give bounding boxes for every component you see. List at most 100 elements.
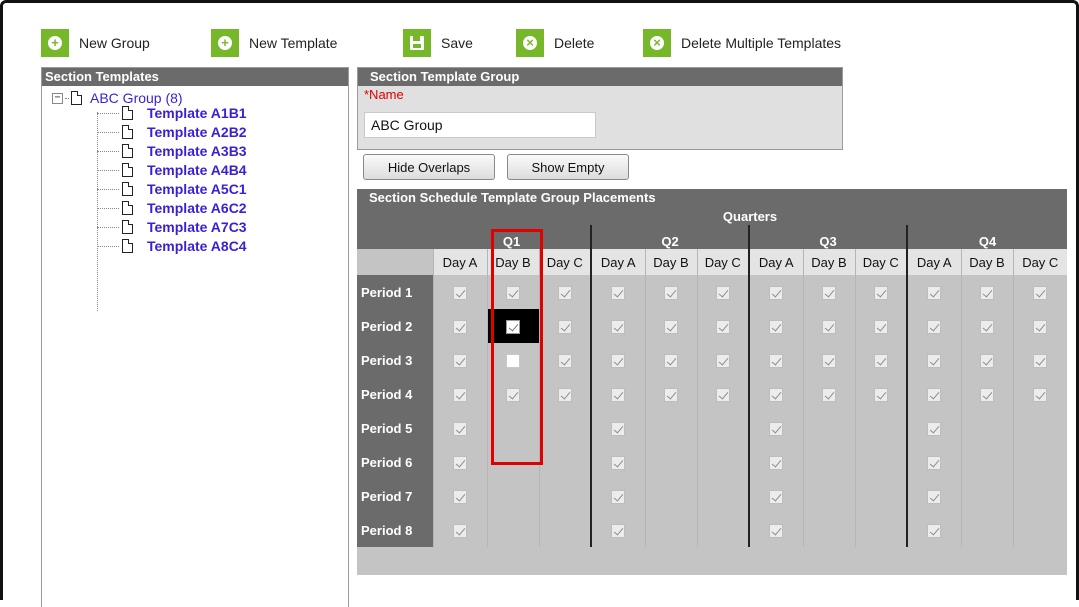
placement-checkbox[interactable]: [980, 285, 994, 300]
delete-button[interactable]: × Delete: [516, 29, 594, 57]
new-template-button[interactable]: + New Template: [211, 29, 337, 57]
tree-item-label[interactable]: Template A7C3: [147, 219, 247, 235]
new-group-button[interactable]: + New Group: [41, 29, 150, 57]
placement-checkbox[interactable]: [927, 353, 942, 368]
placement-checkbox[interactable]: [822, 319, 836, 334]
placement-checkbox[interactable]: [506, 353, 520, 368]
placement-checkbox[interactable]: [664, 387, 678, 402]
placement-checkbox[interactable]: [453, 523, 467, 538]
placement-checkbox[interactable]: [611, 319, 626, 334]
placement-checkbox[interactable]: [769, 387, 784, 402]
placement-checkbox[interactable]: [453, 353, 467, 368]
show-empty-button[interactable]: Show Empty: [507, 154, 629, 180]
placement-checkbox[interactable]: [611, 489, 626, 504]
placement-checkbox[interactable]: [506, 387, 520, 402]
tree-item[interactable]: Template A6C2: [97, 199, 247, 217]
placement-checkbox[interactable]: [453, 455, 467, 470]
placement-checkbox[interactable]: [453, 421, 467, 436]
section-templates-panel: Section Templates − ABC Group (8) Templa…: [41, 67, 349, 607]
tree-item[interactable]: Template A2B2: [97, 123, 247, 141]
placement-checkbox[interactable]: [769, 455, 784, 470]
placement-checkbox[interactable]: [1033, 319, 1048, 334]
placement-checkbox[interactable]: [611, 523, 626, 538]
placement-checkbox[interactable]: [769, 285, 784, 300]
placement-checkbox[interactable]: [715, 319, 730, 334]
placement-checkbox[interactable]: [822, 387, 836, 402]
quarters-header: Quarters: [433, 207, 1068, 225]
placement-checkbox[interactable]: [769, 421, 784, 436]
placement-checkbox[interactable]: [611, 285, 626, 300]
tree-item[interactable]: Template A1B1: [97, 104, 247, 122]
day-header: Day A: [590, 249, 645, 275]
placement-checkbox[interactable]: [927, 455, 942, 470]
placement-checkbox[interactable]: [980, 353, 994, 368]
save-button[interactable]: Save: [403, 29, 473, 57]
placement-checkbox[interactable]: [611, 455, 626, 470]
tree-item[interactable]: Template A5C1: [97, 180, 247, 198]
placement-checkbox[interactable]: [664, 285, 678, 300]
placement-checkbox[interactable]: [769, 319, 784, 334]
grid-cell: [644, 309, 697, 343]
delete-multiple-templates-button[interactable]: × Delete Multiple Templates: [643, 29, 841, 57]
placement-checkbox[interactable]: [557, 353, 572, 368]
placement-checkbox[interactable]: [927, 285, 942, 300]
grid-cell: [748, 479, 803, 513]
placement-checkbox[interactable]: [506, 319, 520, 334]
placement-checkbox[interactable]: [664, 319, 678, 334]
placement-checkbox[interactable]: [611, 353, 626, 368]
placement-checkbox[interactable]: [927, 523, 942, 538]
tree-item[interactable]: Template A8C4: [97, 237, 247, 255]
hide-overlaps-button[interactable]: Hide Overlaps: [363, 154, 495, 180]
tree-item[interactable]: Template A3B3: [97, 142, 247, 160]
placement-checkbox[interactable]: [506, 285, 520, 300]
tree-item[interactable]: Template A7C3: [97, 218, 247, 236]
collapse-icon[interactable]: −: [52, 92, 63, 104]
tree-item-label[interactable]: Template A1B1: [147, 105, 247, 121]
placement-checkbox[interactable]: [769, 523, 784, 538]
day-header: Day A: [748, 249, 803, 275]
grid-cell: [802, 513, 855, 547]
placement-checkbox[interactable]: [453, 319, 467, 334]
placement-checkbox[interactable]: [611, 387, 626, 402]
placement-checkbox[interactable]: [769, 353, 784, 368]
tree-item-label[interactable]: Template A2B2: [147, 124, 247, 140]
tree-item-label[interactable]: Template A4B4: [147, 162, 247, 178]
placement-checkbox[interactable]: [557, 319, 572, 334]
grid-cell: [748, 377, 803, 411]
placement-checkbox[interactable]: [1033, 387, 1048, 402]
tree-item-label[interactable]: Template A6C2: [147, 200, 247, 216]
placements-title: Section Schedule Template Group Placemen…: [357, 189, 1067, 207]
placement-checkbox[interactable]: [664, 353, 678, 368]
placement-checkbox[interactable]: [1033, 285, 1048, 300]
tree-item-label[interactable]: Template A5C1: [147, 181, 247, 197]
placement-checkbox[interactable]: [822, 285, 836, 300]
placement-checkbox[interactable]: [611, 421, 626, 436]
placement-checkbox[interactable]: [873, 353, 888, 368]
name-input[interactable]: [364, 112, 596, 138]
tree-item-label[interactable]: Template A8C4: [147, 238, 247, 254]
placement-checkbox[interactable]: [873, 285, 888, 300]
placement-checkbox[interactable]: [873, 387, 888, 402]
placement-checkbox[interactable]: [715, 353, 730, 368]
placement-checkbox[interactable]: [927, 421, 942, 436]
placement-checkbox[interactable]: [557, 387, 572, 402]
tree-item-label[interactable]: Template A3B3: [147, 143, 247, 159]
placement-checkbox[interactable]: [453, 387, 467, 402]
placement-checkbox[interactable]: [927, 387, 942, 402]
template-tree: − ABC Group (8) Template A1B1 Template A…: [42, 86, 348, 586]
placement-checkbox[interactable]: [1033, 353, 1048, 368]
tree-item[interactable]: Template A4B4: [97, 161, 247, 179]
placement-checkbox[interactable]: [873, 319, 888, 334]
placement-checkbox[interactable]: [927, 319, 942, 334]
placement-checkbox[interactable]: [715, 285, 730, 300]
placement-checkbox[interactable]: [927, 489, 942, 504]
placement-checkbox[interactable]: [453, 489, 467, 504]
placement-checkbox[interactable]: [822, 353, 836, 368]
period-label: Period 6: [357, 445, 433, 479]
placement-checkbox[interactable]: [980, 387, 994, 402]
placement-checkbox[interactable]: [453, 285, 467, 300]
placement-checkbox[interactable]: [980, 319, 994, 334]
placement-checkbox[interactable]: [715, 387, 730, 402]
placement-checkbox[interactable]: [769, 489, 784, 504]
placement-checkbox[interactable]: [557, 285, 572, 300]
